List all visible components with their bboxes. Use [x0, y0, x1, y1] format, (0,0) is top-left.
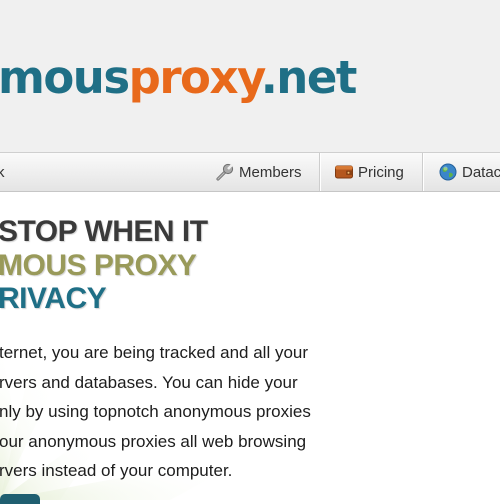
- nav-item-partial-label: k: [0, 163, 5, 181]
- logo-part-proxy: proxy: [128, 51, 263, 104]
- hero-description-line: rvers instead of your computer.: [0, 461, 233, 480]
- nav-item-pricing[interactable]: Pricing: [334, 153, 404, 191]
- nav-divider: [422, 153, 423, 191]
- main-navigation: k Members Pricing Datac: [0, 152, 500, 192]
- hero-description-line: our anonymous proxies all web browsing: [0, 431, 307, 451]
- hero-headline-line-1: STOP WHEN IT: [0, 215, 208, 248]
- nav-item-pricing-label: Pricing: [358, 163, 404, 181]
- site-header: mousproxy.net: [0, 0, 500, 152]
- wallet-icon: [334, 162, 354, 182]
- hero-headline-line-2: MOUS PROXY: [0, 249, 197, 282]
- nav-item-partial[interactable]: k: [0, 153, 5, 191]
- nav-item-members[interactable]: Members: [215, 153, 302, 191]
- nav-item-members-label: Members: [239, 163, 302, 181]
- hero-description: ternet, you are being tracked and all yo…: [0, 338, 359, 486]
- nav-item-datacenters-label: Datac: [462, 163, 500, 181]
- hero-section: STOP WHEN IT MOUS PROXY RIVACY ternet, y…: [0, 192, 500, 500]
- hero-description-line: rvers and databases. You can hide your: [0, 372, 298, 392]
- logo-part-prefix: mous: [0, 51, 130, 104]
- nav-item-datacenters[interactable]: Datac: [438, 153, 500, 191]
- site-logo[interactable]: mousproxy.net: [0, 50, 358, 106]
- call-to-action-button[interactable]: [0, 494, 40, 504]
- globe-icon: [438, 162, 458, 182]
- hero-description-line: ternet, you are being tracked and all yo…: [0, 343, 309, 362]
- hero-description-line: nly by using topnotch anonymous proxies: [0, 402, 311, 421]
- nav-divider: [319, 153, 320, 191]
- logo-part-tld: .net: [260, 51, 358, 104]
- hero-headline-line-3: RIVACY: [0, 282, 107, 315]
- wrench-icon: [215, 162, 235, 182]
